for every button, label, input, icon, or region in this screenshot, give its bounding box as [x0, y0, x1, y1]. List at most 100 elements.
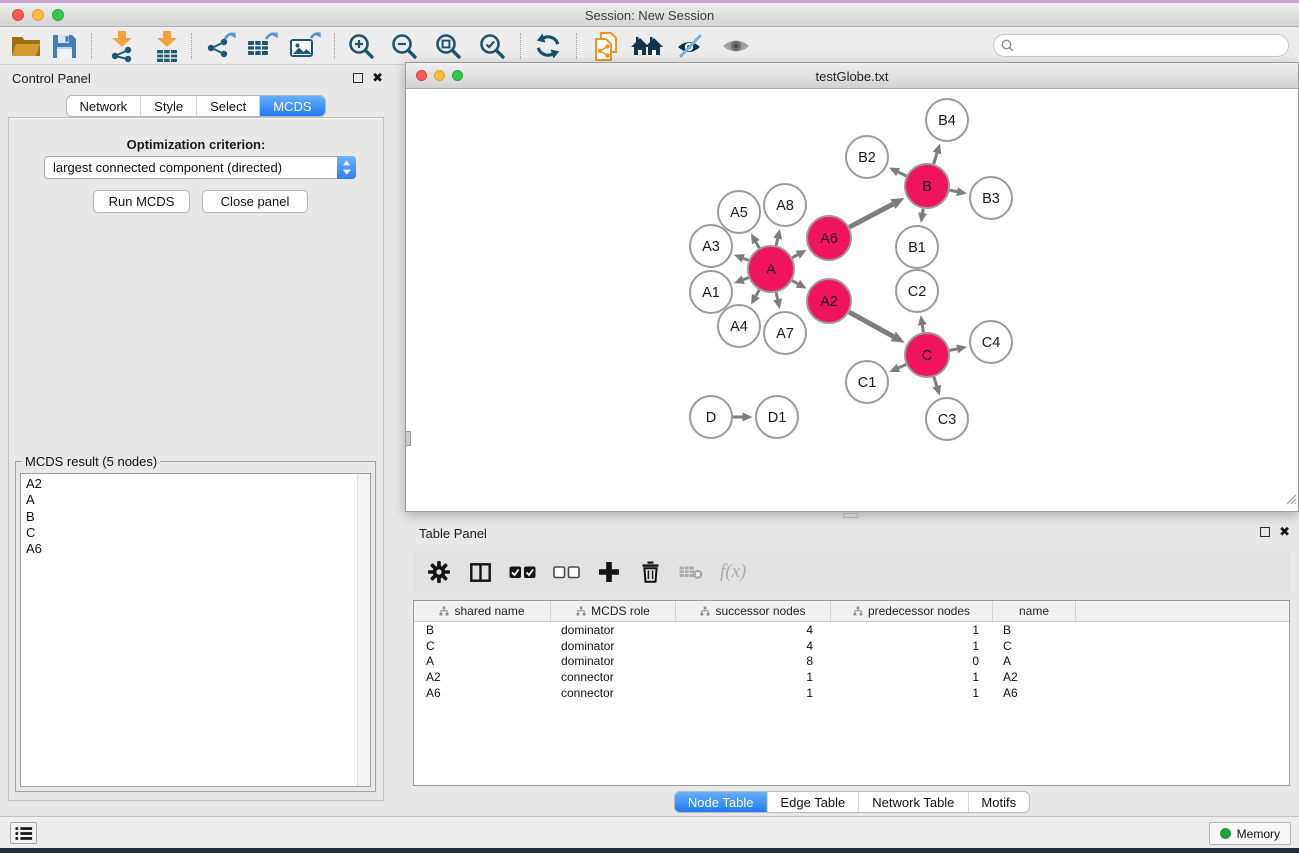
run-mcds-button[interactable]: Run MCDS [93, 190, 190, 213]
table-cell[interactable]: C [993, 639, 1076, 653]
table-cell[interactable]: 4 [676, 623, 831, 637]
graph-edge-A-A3[interactable] [743, 258, 748, 260]
hide-selected-eye-icon[interactable] [674, 29, 708, 63]
graph-edge-B-B2[interactable] [898, 172, 906, 176]
duplicate-network-icon[interactable] [589, 29, 623, 63]
split-table-icon[interactable] [468, 559, 492, 585]
tab-edge-table[interactable]: Edge Table [766, 792, 858, 812]
table-cell[interactable]: A [414, 654, 551, 668]
graph-edge-C-C4[interactable] [950, 349, 958, 351]
splitter-handle[interactable] [843, 513, 858, 518]
zoom-selected-icon[interactable] [475, 29, 509, 63]
tab-select[interactable]: Select [196, 96, 259, 116]
table-cell[interactable]: dominator [551, 639, 676, 653]
table-cell[interactable]: A2 [993, 670, 1076, 684]
graph-edge-A-A5[interactable] [756, 242, 759, 248]
table-cell[interactable]: dominator [551, 623, 676, 637]
tab-motifs[interactable]: Motifs [967, 792, 1029, 812]
table-row[interactable]: Adominator80A [414, 654, 1289, 670]
column-header-name[interactable]: name [993, 601, 1076, 621]
add-column-icon[interactable] [597, 559, 621, 585]
table-cell[interactable]: 1 [831, 670, 993, 684]
graph-edge-A-A1[interactable] [743, 278, 748, 280]
float-panel-icon[interactable] [1260, 527, 1270, 537]
tab-mcds[interactable]: MCDS [259, 96, 324, 116]
criterion-dropdown[interactable]: largest connected component (directed) [44, 156, 356, 179]
export-image-icon[interactable] [288, 29, 322, 63]
table-row[interactable]: A6connector11A6 [414, 685, 1289, 701]
splitter-handle[interactable] [406, 431, 411, 446]
table-cell[interactable]: 0 [831, 654, 993, 668]
table-cell[interactable]: 8 [676, 654, 831, 668]
close-panel-icon[interactable]: ✖ [1279, 527, 1290, 537]
close-panel-button[interactable]: Close panel [202, 190, 308, 213]
table-cell[interactable]: 4 [676, 639, 831, 653]
memory-button[interactable]: Memory [1209, 822, 1291, 845]
import-network-icon[interactable] [105, 29, 139, 63]
show-graphics-details-eye-icon[interactable] [719, 29, 753, 63]
save-session-icon[interactable] [47, 29, 81, 63]
column-header-predecessor-nodes[interactable]: predecessor nodes [831, 601, 993, 621]
open-file-icon[interactable] [9, 29, 43, 63]
show-task-history-button[interactable] [10, 822, 37, 844]
export-table-icon[interactable] [245, 29, 279, 63]
table-cell[interactable]: 1 [831, 686, 993, 700]
graph-edge-A-A2[interactable] [792, 281, 798, 284]
close-panel-icon[interactable]: ✖ [372, 73, 383, 83]
table-cell[interactable]: 1 [676, 686, 831, 700]
graph-edge-A6-B[interactable] [849, 204, 893, 227]
import-table-icon[interactable] [150, 29, 184, 63]
graph-edge-B-B1[interactable] [923, 209, 924, 213]
column-header-successor-nodes[interactable]: successor nodes [676, 601, 831, 621]
table-row[interactable]: A2connector11A2 [414, 669, 1289, 685]
graph-edge-C-C2[interactable] [922, 325, 923, 332]
graph-edge-B-B3[interactable] [950, 190, 957, 191]
graph-edge-A-A6[interactable] [792, 255, 798, 258]
table-cell[interactable]: A6 [993, 686, 1076, 700]
table-cell[interactable]: A6 [414, 686, 551, 700]
graph-edge-A-A7[interactable] [776, 292, 777, 299]
graph-edge-A-A4[interactable] [756, 290, 759, 296]
graph-edge-B-B4[interactable] [934, 153, 937, 164]
mcds-result-item[interactable]: B [26, 509, 356, 525]
table-cell[interactable]: A [993, 654, 1076, 668]
table-cell[interactable]: A2 [414, 670, 551, 684]
tab-network[interactable]: Network [66, 96, 140, 116]
mcds-result-item[interactable]: A2 [26, 476, 356, 492]
table-row[interactable]: Bdominator41B [414, 622, 1289, 638]
tab-node-table[interactable]: Node Table [675, 792, 767, 812]
graph-edge-C-C3[interactable] [934, 377, 937, 386]
graph-edge-A2-C[interactable] [849, 312, 893, 336]
zoom-out-icon[interactable] [387, 29, 421, 63]
table-cell[interactable]: connector [551, 686, 676, 700]
table-cell[interactable]: connector [551, 670, 676, 684]
tab-style[interactable]: Style [140, 96, 196, 116]
graph-edge-C-C1[interactable] [898, 364, 906, 367]
deselect-all-columns-icon[interactable] [553, 559, 580, 585]
select-all-columns-icon[interactable] [509, 559, 536, 585]
show-network-overview-icon[interactable] [630, 29, 664, 63]
tab-network-table[interactable]: Network Table [858, 792, 967, 812]
table-cell[interactable]: dominator [551, 654, 676, 668]
zoom-in-icon[interactable] [344, 29, 378, 63]
table-cell[interactable]: 1 [831, 623, 993, 637]
graph-edge-A-A8[interactable] [776, 239, 777, 246]
mcds-result-item[interactable]: A [26, 492, 356, 508]
zoom-fit-icon[interactable] [431, 29, 465, 63]
table-cell[interactable]: 1 [676, 670, 831, 684]
column-header-MCDS-role[interactable]: MCDS role [551, 601, 676, 621]
settings-gear-icon[interactable] [427, 559, 451, 585]
table-cell[interactable]: B [414, 623, 551, 637]
network-canvas[interactable]: B4B2BB3A8A5A6A3B1AA1C2A2A4A7C4CC1C3DD1 [406, 89, 1298, 511]
export-network-icon[interactable] [203, 29, 237, 63]
table-cell[interactable]: 1 [831, 639, 993, 653]
table-cell[interactable]: B [993, 623, 1076, 637]
mcds-result-item[interactable]: A6 [26, 541, 356, 557]
table-row[interactable]: Cdominator41C [414, 638, 1289, 654]
mcds-result-item[interactable]: C [26, 525, 356, 541]
table-cell[interactable]: C [414, 639, 551, 653]
delete-columns-trash-icon[interactable] [638, 559, 662, 585]
column-header-shared-name[interactable]: shared name [414, 601, 551, 621]
float-panel-icon[interactable] [353, 73, 363, 83]
resize-grip-icon[interactable] [1283, 491, 1297, 510]
